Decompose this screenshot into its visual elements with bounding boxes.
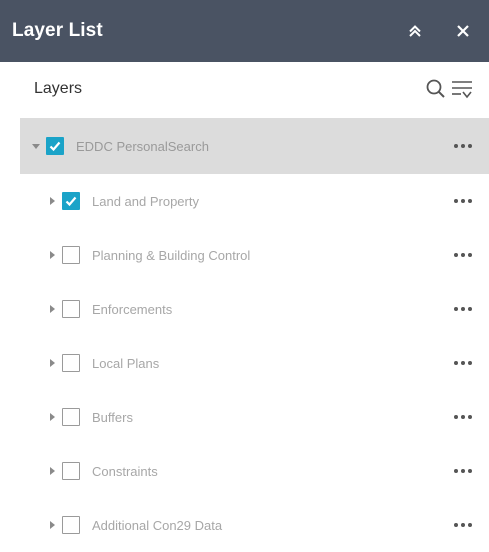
layer-row-eddc-personalsearch[interactable]: EDDC PersonalSearch bbox=[20, 118, 489, 174]
layer-checkbox[interactable] bbox=[62, 408, 80, 426]
more-horizontal-icon bbox=[454, 415, 472, 419]
layer-options-button[interactable] bbox=[451, 193, 475, 209]
header-tools bbox=[423, 76, 475, 102]
title-bar: Layer List bbox=[0, 0, 489, 62]
layer-label: Buffers bbox=[92, 409, 133, 425]
search-icon bbox=[426, 79, 445, 98]
layer-options-button[interactable] bbox=[451, 247, 475, 263]
expand-toggle[interactable] bbox=[46, 465, 58, 477]
layer-checkbox[interactable] bbox=[62, 462, 80, 480]
filter-button[interactable] bbox=[449, 76, 475, 102]
layer-label: Enforcements bbox=[92, 301, 173, 317]
search-button[interactable] bbox=[423, 76, 449, 102]
caret-right-icon bbox=[50, 359, 55, 367]
close-button[interactable] bbox=[451, 19, 475, 43]
more-horizontal-icon bbox=[454, 253, 472, 257]
more-horizontal-icon bbox=[454, 469, 472, 473]
layer-options-button[interactable] bbox=[451, 138, 475, 154]
layer-row-land-and-property[interactable]: Land and Property bbox=[20, 174, 489, 228]
caret-right-icon bbox=[50, 305, 55, 313]
expand-toggle[interactable] bbox=[46, 303, 58, 315]
more-horizontal-icon bbox=[454, 307, 472, 311]
layer-checkbox[interactable] bbox=[62, 246, 80, 264]
layer-row-buffers[interactable]: Buffers bbox=[20, 390, 489, 444]
expand-toggle[interactable] bbox=[46, 195, 58, 207]
layer-options-button[interactable] bbox=[451, 355, 475, 371]
caret-right-icon bbox=[50, 251, 55, 259]
expand-toggle[interactable] bbox=[30, 140, 42, 152]
layer-options-button[interactable] bbox=[451, 517, 475, 533]
layer-row-local-plans[interactable]: Local Plans bbox=[20, 336, 489, 390]
checkmark-icon bbox=[65, 196, 77, 207]
title-actions bbox=[403, 0, 475, 62]
layer-label: Land and Property bbox=[92, 193, 199, 209]
caret-right-icon bbox=[50, 413, 55, 421]
layer-options-button[interactable] bbox=[451, 409, 475, 425]
layer-label: EDDC PersonalSearch bbox=[76, 138, 209, 154]
chevron-double-up-icon bbox=[409, 25, 421, 37]
layer-row-constraints[interactable]: Constraints bbox=[20, 444, 489, 498]
expand-toggle[interactable] bbox=[46, 357, 58, 369]
expand-toggle[interactable] bbox=[46, 411, 58, 423]
layer-label: Local Plans bbox=[92, 355, 160, 371]
layer-row-additional-con29-data[interactable]: Additional Con29 Data bbox=[20, 498, 489, 552]
checkmark-icon bbox=[49, 141, 61, 152]
more-horizontal-icon bbox=[454, 361, 472, 365]
layer-list-panel: Layer List Layers EDDC PersonalSearch La… bbox=[0, 0, 489, 543]
filter-list-icon bbox=[452, 81, 472, 99]
more-horizontal-icon bbox=[454, 144, 472, 148]
layer-label: Planning & Building Control bbox=[92, 247, 251, 263]
layer-checkbox[interactable] bbox=[62, 300, 80, 318]
expand-toggle[interactable] bbox=[46, 519, 58, 531]
more-horizontal-icon bbox=[454, 199, 472, 203]
layer-checkbox[interactable] bbox=[46, 137, 64, 155]
layer-label: Additional Con29 Data bbox=[92, 517, 223, 533]
caret-right-icon bbox=[50, 521, 55, 529]
caret-right-icon bbox=[50, 197, 55, 205]
layer-checkbox[interactable] bbox=[62, 192, 80, 210]
layers-heading: Layers bbox=[34, 80, 83, 97]
panel-title: Layer List bbox=[12, 20, 103, 41]
layer-options-button[interactable] bbox=[451, 301, 475, 317]
layer-row-planning-building-control[interactable]: Planning & Building Control bbox=[20, 228, 489, 282]
caret-down-icon bbox=[32, 144, 40, 149]
layer-checkbox[interactable] bbox=[62, 354, 80, 372]
layer-row-enforcements[interactable]: Enforcements bbox=[20, 282, 489, 336]
layer-tree: EDDC PersonalSearch Land and Property Pl… bbox=[0, 118, 489, 552]
caret-right-icon bbox=[50, 467, 55, 475]
more-horizontal-icon bbox=[454, 523, 472, 527]
layers-header: Layers bbox=[0, 62, 489, 116]
layer-options-button[interactable] bbox=[451, 463, 475, 479]
close-icon bbox=[457, 25, 469, 37]
layer-label: Constraints bbox=[92, 463, 158, 479]
collapse-button[interactable] bbox=[403, 19, 427, 43]
layer-checkbox[interactable] bbox=[62, 516, 80, 534]
expand-toggle[interactable] bbox=[46, 249, 58, 261]
